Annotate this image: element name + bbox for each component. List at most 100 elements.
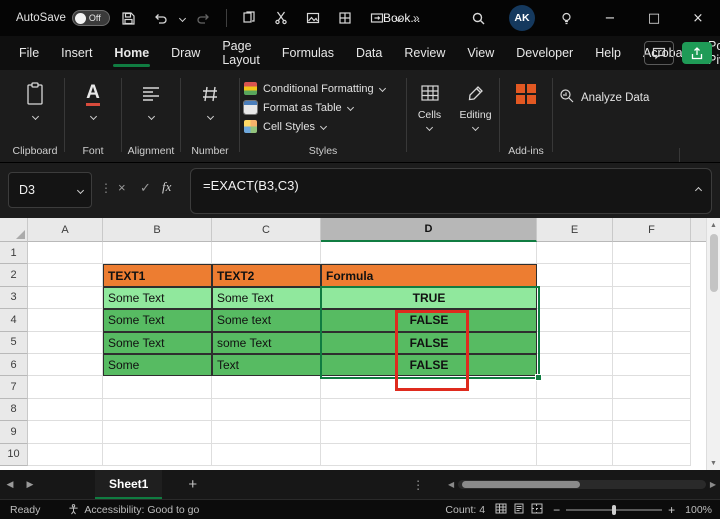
vertical-scroll-thumb[interactable] <box>709 234 718 292</box>
prev-sheet-icon[interactable]: ◀ <box>0 479 20 490</box>
next-sheet-icon[interactable]: ▶ <box>20 479 40 490</box>
cell-F1[interactable] <box>613 242 691 265</box>
cell-D3[interactable]: TRUE <box>321 286 537 310</box>
ribbon-group-number[interactable]: Number <box>181 70 239 162</box>
menu-tab-draw[interactable]: Draw <box>160 36 211 70</box>
scroll-right-icon[interactable]: ▶ <box>710 480 716 489</box>
cell-A2[interactable] <box>28 264 103 287</box>
menu-tab-formulas[interactable]: Formulas <box>271 36 345 70</box>
zoom-slider[interactable] <box>566 504 663 515</box>
cell-F7[interactable] <box>613 376 691 399</box>
row-header-9[interactable]: 9 <box>0 421 28 444</box>
ribbon-group-clipboard[interactable]: Clipboard <box>6 70 64 162</box>
row-header-8[interactable]: 8 <box>0 398 28 422</box>
cell-A9[interactable] <box>28 421 103 444</box>
analyze-data-button[interactable]: Analyze Data <box>553 70 657 162</box>
cell-F10[interactable] <box>613 443 691 466</box>
row-header-10[interactable]: 10 <box>0 443 28 466</box>
cell-A5[interactable] <box>28 331 103 354</box>
scroll-left-icon[interactable]: ◀ <box>448 480 454 489</box>
cell-D10[interactable] <box>321 443 537 466</box>
menu-tab-insert[interactable]: Insert <box>50 36 103 70</box>
cell-C7[interactable] <box>212 376 321 399</box>
formula-input[interactable]: =EXACT(B3,C3) <box>190 168 712 214</box>
cell-A4[interactable] <box>28 309 103 332</box>
menu-tab-review[interactable]: Review <box>393 36 456 70</box>
sheet-options-icon[interactable]: ⋮ <box>412 478 424 492</box>
cell-E2[interactable] <box>537 264 613 287</box>
column-header-A[interactable]: A <box>28 218 103 242</box>
cell-F3[interactable] <box>613 286 691 310</box>
row-header-6[interactable]: 6 <box>0 353 28 377</box>
cancel-entry-icon[interactable]: × <box>118 180 126 195</box>
cell-B4[interactable]: Some Text <box>103 309 212 332</box>
cell-C2[interactable]: TEXT2 <box>212 264 321 287</box>
cell-D8[interactable] <box>321 398 537 422</box>
cell-B9[interactable] <box>103 421 212 444</box>
cut-icon[interactable] <box>268 5 294 31</box>
cell-A8[interactable] <box>28 398 103 422</box>
cell-E8[interactable] <box>537 398 613 422</box>
cell-F6[interactable] <box>613 353 691 377</box>
add-sheet-button[interactable]: + <box>188 476 197 493</box>
maximize-button[interactable]: □ <box>632 0 676 36</box>
formula-bar-options-icon[interactable]: ⋮ <box>100 181 112 195</box>
cell-B1[interactable] <box>103 242 212 265</box>
account-avatar[interactable]: AK <box>500 0 544 36</box>
cell-C4[interactable]: Some text <box>212 309 321 332</box>
page-break-view-icon[interactable] <box>531 503 543 517</box>
vertical-scrollbar[interactable]: ▲ ▼ <box>706 218 720 470</box>
name-box[interactable]: D3 <box>8 172 92 208</box>
ribbon-group-addins[interactable]: Add-ins <box>500 70 552 162</box>
cell-C5[interactable]: some Text <box>212 331 321 354</box>
cell-A6[interactable] <box>28 353 103 377</box>
row-header-4[interactable]: 4 <box>0 309 28 332</box>
cell-D7[interactable] <box>321 376 537 399</box>
column-header-D[interactable]: D <box>321 218 537 242</box>
column-header-F[interactable]: F <box>613 218 691 242</box>
cell-E5[interactable] <box>537 331 613 354</box>
editing-button[interactable]: Editing <box>452 70 499 162</box>
comments-button[interactable] <box>644 41 674 65</box>
cell-C1[interactable] <box>212 242 321 265</box>
cell-D2[interactable]: Formula <box>321 264 537 287</box>
cell-D4[interactable]: FALSE <box>321 309 537 332</box>
cell-E6[interactable] <box>537 353 613 377</box>
menu-tab-home[interactable]: Home <box>103 36 160 70</box>
cell-E3[interactable] <box>537 286 613 310</box>
zoom-in-icon[interactable]: + <box>668 503 675 517</box>
page-layout-view-icon[interactable] <box>513 503 525 517</box>
close-button[interactable]: × <box>676 0 720 36</box>
cell-D6[interactable]: FALSE <box>321 353 537 377</box>
cell-B3[interactable]: Some Text <box>103 286 212 310</box>
cell-B8[interactable] <box>103 398 212 422</box>
cell-B2[interactable]: TEXT1 <box>103 264 212 287</box>
expand-formula-bar-icon[interactable] <box>694 181 703 196</box>
row-header-5[interactable]: 5 <box>0 331 28 354</box>
sheet-tab-sheet1[interactable]: Sheet1 <box>95 470 163 499</box>
cell-C3[interactable]: Some Text <box>212 286 321 310</box>
column-header-E[interactable]: E <box>537 218 613 242</box>
styles-item-format-as-table[interactable]: Format as Table <box>240 98 385 117</box>
cell-E10[interactable] <box>537 443 613 466</box>
zoom-knob[interactable] <box>612 504 617 515</box>
menu-tab-developer[interactable]: Developer <box>505 36 584 70</box>
cell-A7[interactable] <box>28 376 103 399</box>
row-header-3[interactable]: 3 <box>0 286 28 310</box>
cell-E9[interactable] <box>537 421 613 444</box>
cell-C6[interactable]: Text <box>212 353 321 377</box>
scroll-up-icon[interactable]: ▲ <box>710 218 717 232</box>
insert-function-icon[interactable]: fx <box>162 179 171 195</box>
cell-C8[interactable] <box>212 398 321 422</box>
scroll-down-icon[interactable]: ▼ <box>710 456 717 470</box>
cell-C10[interactable] <box>212 443 321 466</box>
row-header-1[interactable]: 1 <box>0 242 28 265</box>
share-button[interactable] <box>682 42 712 64</box>
row-header-7[interactable]: 7 <box>0 376 28 399</box>
cell-B7[interactable] <box>103 376 212 399</box>
cell-C9[interactable] <box>212 421 321 444</box>
document-title[interactable]: Book... <box>383 0 420 36</box>
column-header-C[interactable]: C <box>212 218 321 242</box>
horizontal-scroll-thumb[interactable] <box>462 481 581 488</box>
cell-B5[interactable]: Some Text <box>103 331 212 354</box>
